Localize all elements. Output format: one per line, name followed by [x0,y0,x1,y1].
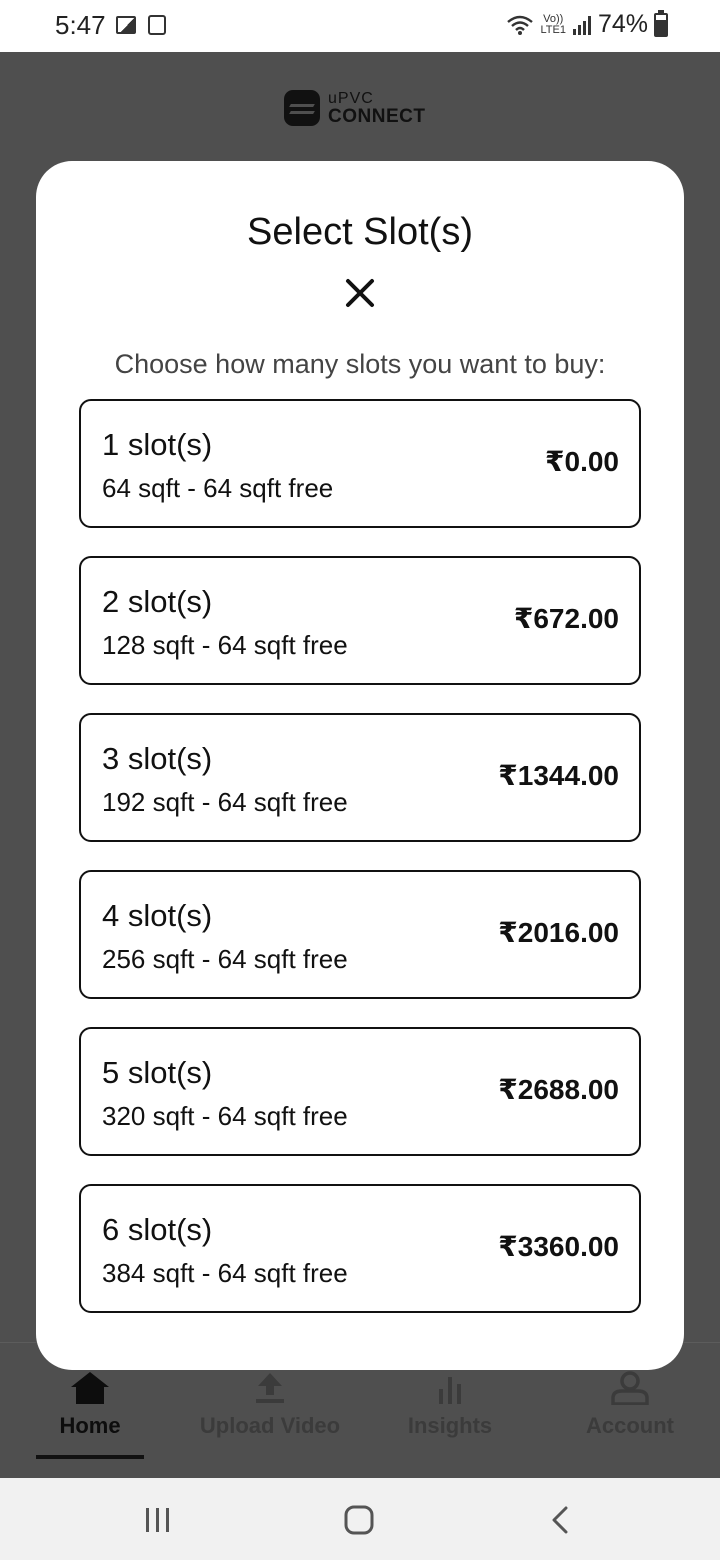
slot-area: 384 sqft - 64 sqft free [102,1258,348,1288]
battery-icon [654,9,668,37]
account-icon [611,1371,649,1405]
slot-count: 4 slot(s) [102,898,213,933]
slot-area: 128 sqft - 64 sqft free [102,630,348,660]
status-bar: 5:47 Vo)) LTE1 74% [0,0,720,52]
slot-option-4[interactable]: 4 slot(s) 256 sqft - 64 sqft free ₹2016.… [79,870,641,999]
signal-strength-icon [572,15,591,35]
modal-title: Select Slot(s) [247,211,473,253]
slot-option-6[interactable]: 6 slot(s) 384 sqft - 64 sqft free ₹3360.… [79,1184,641,1313]
logo-line-upvc: uPVC [328,89,374,107]
nav-label-insights: Insights [407,1413,493,1438]
nav-item-insights[interactable]: Insights [360,1371,540,1439]
network-type-label: Vo)) LTE1 [540,12,566,36]
slot-price: ₹2688.00 [498,1074,619,1105]
logo-text: uPVC CONNECT [328,89,426,127]
volte-label: Vo)) [543,12,564,25]
slot-count: 6 slot(s) [102,1212,213,1247]
select-slots-modal: Select Slot(s) Choose how many slots you… [36,161,684,1370]
upload-icon [256,1373,284,1403]
slot-area: 64 sqft - 64 sqft free [102,473,334,503]
back-icon[interactable] [541,1500,581,1540]
lte-label: LTE1 [540,23,566,36]
logo-mark-icon [284,90,320,126]
nav-item-account[interactable]: Account [540,1371,720,1439]
nav-label-upload-video: Upload Video [199,1413,341,1438]
wifi-icon [507,15,534,35]
nav-label-account: Account [586,1413,674,1438]
recent-apps-icon[interactable] [138,1500,178,1540]
slot-area: 320 sqft - 64 sqft free [102,1101,348,1131]
slot-option-2[interactable]: 2 slot(s) 128 sqft - 64 sqft free ₹672.0… [79,556,641,685]
slot-price: ₹2016.00 [498,917,619,948]
nav-item-upload-video[interactable]: Upload Video [180,1371,360,1439]
nav-label-home: Home [59,1413,121,1438]
slot-area: 256 sqft - 64 sqft free [102,944,348,974]
logo-line-connect: CONNECT [328,105,426,127]
slot-option-3[interactable]: 3 slot(s) 192 sqft - 64 sqft free ₹1344.… [79,713,641,842]
home-button-icon[interactable] [339,1500,379,1540]
close-icon[interactable] [340,273,380,313]
slot-option-5[interactable]: 5 slot(s) 320 sqft - 64 sqft free ₹2688.… [79,1027,641,1156]
slot-count: 1 slot(s) [102,427,213,462]
modal-subtitle: Choose how many slots you want to buy: [114,349,606,379]
status-indicators: Vo)) LTE1 74% [506,9,668,39]
battery-percent: 74% [597,10,648,38]
app-logo: uPVC CONNECT [284,90,425,126]
status-time: 5:47 [55,10,106,40]
nav-item-home[interactable]: Home [0,1371,180,1439]
slot-price: ₹0.00 [545,446,619,477]
slot-price: ₹1344.00 [498,760,619,791]
slot-area: 192 sqft - 64 sqft free [102,787,348,817]
slot-price: ₹3360.00 [498,1231,619,1262]
bar-chart-icon [439,1377,461,1404]
slot-count: 3 slot(s) [102,741,213,776]
slot-option-1[interactable]: 1 slot(s) 64 sqft - 64 sqft free ₹0.00 [79,399,641,528]
system-navigation-bar [0,1478,720,1560]
home-icon [71,1372,109,1404]
gallery-notification-icon [116,16,136,34]
slot-count: 5 slot(s) [102,1055,213,1090]
slot-count: 2 slot(s) [102,584,213,619]
active-tab-indicator [36,1455,144,1459]
notes-notification-icon [148,15,166,35]
slot-price: ₹672.00 [513,603,619,634]
slot-option-list: 1 slot(s) 64 sqft - 64 sqft free ₹0.00 2… [79,399,641,1341]
